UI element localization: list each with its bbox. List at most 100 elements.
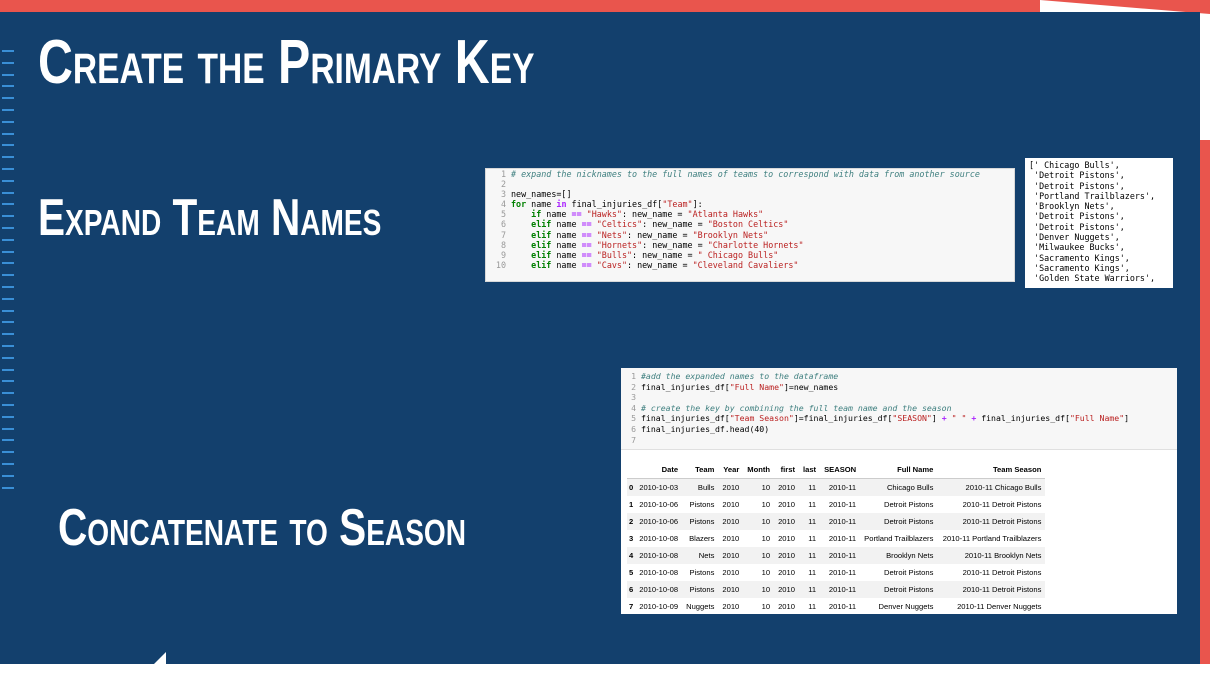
column-header: Month bbox=[747, 465, 771, 474]
table-cell: 2010-10-03 bbox=[635, 478, 683, 496]
code-line: 3 bbox=[621, 392, 1177, 403]
code-token: "Atlanta Hawks" bbox=[687, 209, 764, 220]
code-token: elif bbox=[531, 219, 552, 230]
code-token: ]=final_injuries_df[ bbox=[793, 413, 893, 424]
output-list-item: 'Sacramento Kings', bbox=[1029, 252, 1130, 263]
code-token: == bbox=[571, 209, 582, 220]
code-token: "Full Name" bbox=[1069, 413, 1125, 424]
table-header-row: Date Team Year Month first last SEASON Full Nam… bbox=[627, 461, 1046, 479]
tick-mark bbox=[2, 286, 14, 288]
tick-mark bbox=[2, 203, 14, 206]
tick-mark bbox=[2, 179, 14, 182]
table-cell: 2010 bbox=[718, 547, 744, 564]
table-cell: 2010-11 bbox=[828, 602, 857, 611]
table-cell: Pistons bbox=[689, 568, 715, 577]
code-token: elif bbox=[531, 249, 552, 260]
table-cell: 11 bbox=[798, 547, 821, 564]
tick-mark bbox=[2, 238, 14, 241]
column-header: Team Season bbox=[992, 465, 1042, 474]
table-cell: Brooklyn Nets bbox=[860, 547, 938, 564]
code-token: in bbox=[556, 199, 567, 210]
code-line: 4 # create the key by combining the full … bbox=[621, 403, 1177, 414]
code-token: : new_name = bbox=[627, 229, 693, 240]
table-cell: 2010 bbox=[774, 513, 799, 530]
table-cell: Nuggets bbox=[686, 602, 715, 611]
code-token: "Cavs" bbox=[596, 259, 628, 270]
column-header: first bbox=[780, 465, 795, 474]
notebook-panel-primary-key: 1 #add the expanded names to the datafram… bbox=[621, 368, 1177, 614]
line-number: 4 bbox=[631, 402, 636, 413]
table-row: 6 2010-10-08 Pistons 2010 10 2010 11 2010-11 Det… bbox=[627, 581, 1046, 598]
table-cell: 11 bbox=[808, 602, 817, 611]
tick-mark bbox=[2, 321, 14, 324]
table-cell: 2010-11 Detroit Pistons bbox=[937, 513, 1046, 530]
bottom-notch-decoration bbox=[150, 652, 166, 668]
output-list-item: 'Golden State Warriors', bbox=[1029, 273, 1156, 284]
table-cell: Portland Trailblazers bbox=[864, 534, 934, 543]
code-line: 6 final_injuries_df.head(40) bbox=[621, 424, 1177, 435]
code-cell-expand-names: 1 # expand the nicknames to the full name… bbox=[485, 168, 1015, 282]
code-token: : new_name = bbox=[627, 259, 693, 270]
table-row: 0 2010-10-03 Bulls 2010 10 2010 11 2010-11 Chica… bbox=[627, 478, 1046, 496]
code-token: ]=new_names bbox=[783, 381, 839, 392]
code-token: : new_name = bbox=[632, 249, 698, 260]
column-header bbox=[627, 461, 635, 479]
code-token: "Celtics" bbox=[596, 219, 643, 230]
tick-mark bbox=[2, 132, 14, 135]
tick-mark bbox=[2, 73, 14, 76]
code-token: == bbox=[581, 249, 592, 260]
table-cell: 2010-11 bbox=[820, 478, 861, 496]
code-token: name bbox=[526, 199, 557, 210]
output-list-item: [' Chicago Bulls', bbox=[1029, 160, 1120, 170]
code-line: 5 final_injuries_df["Team Season"]=final_… bbox=[621, 413, 1177, 424]
line-number: 1 bbox=[500, 169, 506, 179]
table-cell: 2010 bbox=[722, 534, 740, 543]
code-token: for bbox=[511, 199, 527, 210]
line-number: 3 bbox=[500, 189, 506, 200]
table-cell: 2010-10-06 bbox=[639, 500, 679, 509]
line-number: 8 bbox=[500, 239, 506, 250]
tick-mark bbox=[2, 404, 14, 406]
line-number: 10 bbox=[495, 259, 506, 270]
tick-mark bbox=[2, 474, 14, 477]
column-header: Date bbox=[661, 465, 679, 474]
table-cell: Denver Nuggets bbox=[878, 602, 934, 611]
table-cell: 10 bbox=[761, 500, 771, 509]
table-cell: 2010-10-08 bbox=[635, 547, 683, 564]
column-header: last bbox=[802, 465, 817, 474]
row-index: 7 bbox=[629, 602, 634, 611]
table-cell: 2010-10-08 bbox=[639, 568, 679, 577]
code-token: "SEASON" bbox=[892, 413, 932, 424]
table-cell: 2010-11 Brooklyn Nets bbox=[937, 547, 1046, 564]
tick-mark bbox=[2, 227, 14, 229]
line-number: 2 bbox=[500, 179, 506, 190]
code-line: 2 final_injuries_df["Full Name"]=new_name… bbox=[621, 382, 1177, 393]
output-list-item: 'Denver Nuggets', bbox=[1029, 232, 1120, 243]
table-row: 1 2010-10-06 Pistons 2010 10 2010 11 2010-11 Det… bbox=[627, 496, 1045, 513]
subheading-concatenate-to-season: Concatenate to Season bbox=[58, 499, 467, 557]
tick-mark bbox=[2, 345, 14, 347]
code-token: "Brooklyn Nets" bbox=[692, 229, 769, 240]
column-header: SEASON bbox=[824, 465, 857, 474]
row-index: 5 bbox=[629, 568, 634, 577]
tick-mark bbox=[2, 61, 14, 64]
table-cell: 2010 bbox=[778, 568, 795, 577]
code-token: name bbox=[551, 259, 582, 270]
code-token: " " bbox=[951, 413, 967, 424]
table-cell: 10 bbox=[761, 602, 771, 611]
table-cell: 2010-11 bbox=[828, 500, 857, 509]
table-row: 2 2010-10-06 Pistons 2010 10 2010 11 2010-11 Det… bbox=[627, 513, 1046, 530]
table-cell: 2010 bbox=[718, 513, 744, 530]
table-cell: 2010-11 Portland Trailblazers bbox=[942, 534, 1042, 543]
tick-mark bbox=[2, 50, 14, 52]
code-token: elif bbox=[531, 259, 552, 270]
table-cell: Blazers bbox=[689, 534, 715, 543]
code-token: final_injuries_df[ bbox=[976, 413, 1070, 424]
left-tick-decoration bbox=[0, 50, 14, 500]
code-token: elif bbox=[531, 239, 552, 250]
table-cell: 2010 bbox=[722, 602, 740, 611]
tick-mark bbox=[2, 451, 14, 454]
table-cell: 2010-11 bbox=[820, 581, 861, 598]
